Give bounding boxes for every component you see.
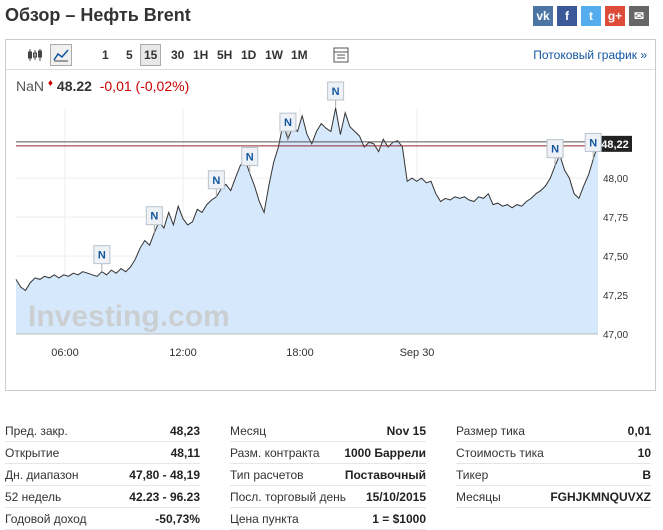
news-marker-label: N: [98, 250, 106, 262]
stats-row: Открытие 48,11: [5, 442, 200, 464]
stats-row: Размер тика 0,01: [456, 420, 651, 442]
news-marker-label: N: [150, 211, 158, 223]
x-tick-label: 12:00: [169, 347, 197, 359]
stats-row: Цена пункта 1 = $1000: [230, 508, 426, 530]
stats-column-2: Месяц Nov 15 Разм. контракта 1000 Баррели Ти…: [230, 420, 426, 530]
stats-row: Месяц Nov 15: [230, 420, 426, 442]
news-marker-label: N: [246, 151, 254, 163]
stats-column-1: Пред. закр. 48,23 Открытие 48,11 Дн. диапазо…: [5, 420, 200, 530]
stats-value: B: [642, 467, 651, 482]
y-tick-label: 47,25: [603, 291, 628, 302]
stats-row: Посл. торговый день 15/10/2015: [230, 486, 426, 508]
news-marker-label: N: [284, 117, 292, 129]
stats-value: 48,23: [169, 423, 200, 438]
last-price-label: 48,22: [601, 139, 629, 151]
stats-row: Годовой доход -50,73%: [5, 508, 200, 530]
y-tick-label: 47,50: [603, 252, 628, 263]
stats-value: 1000 Баррели: [344, 445, 426, 460]
facebook-icon[interactable]: f: [557, 6, 577, 26]
stats-value: -50,73%: [155, 511, 200, 526]
stats-value: 10: [637, 445, 651, 460]
news-marker-label: N: [332, 86, 340, 98]
email-icon[interactable]: ✉: [629, 6, 649, 26]
stats-row: 52 недель 42.23 - 96.23: [5, 486, 200, 508]
y-tick-label: 48,00: [603, 174, 628, 185]
chart-panel: 1 5 15 30 1H 5H 1D 1W 1M Потоковый график » NaN …: [5, 39, 656, 391]
stats-label: Годовой доход: [5, 511, 87, 526]
x-tick-label: Sep 30: [400, 347, 435, 359]
twitter-icon[interactable]: t: [581, 6, 601, 26]
y-tick-label: 47,00: [603, 330, 628, 341]
stats-label: Открытие: [5, 445, 60, 460]
stats-label: Цена пункта: [230, 511, 299, 526]
x-tick-label: 18:00: [286, 347, 314, 359]
stats-label: Месяцы: [456, 489, 501, 504]
stats-value: Поставочный: [344, 467, 426, 482]
stats-row: Дн. диапазон 47,80 - 48,19: [5, 464, 200, 486]
stats-label: Разм. контракта: [230, 445, 320, 460]
news-marker-label: N: [212, 175, 220, 187]
price-chart[interactable]: Investing.com 48,22 N N N N N N N N 06:00 12:00 18:0…: [6, 40, 655, 390]
stats-label: Пред. закр.: [5, 423, 68, 438]
page-title: Обзор – Нефть Brent: [5, 5, 191, 25]
stats-value: 47,80 - 48,19: [129, 467, 200, 482]
stats-row: Стоимость тика 10: [456, 442, 651, 464]
vk-icon[interactable]: vk: [533, 6, 553, 26]
stats-value: 0,01: [627, 423, 651, 438]
stats-label: Дн. диапазон: [5, 467, 79, 482]
stats-value: 1 = $1000: [372, 511, 426, 526]
watermark: Investing.com: [28, 300, 230, 333]
social-share-bar: vk f t g+ ✉: [533, 6, 649, 26]
stats-value: Nov 15: [386, 423, 426, 438]
stats-row: Пред. закр. 48,23: [5, 420, 200, 442]
stats-value: 15/10/2015: [365, 489, 426, 504]
stats-row: Месяцы FGHJKMNQUVXZ: [456, 486, 651, 508]
stats-value: 48,11: [170, 445, 200, 460]
stats-row: Тип расчетов Поставочный: [230, 464, 426, 486]
stats-label: Месяц: [230, 423, 267, 438]
stats-label: 52 недель: [5, 489, 62, 504]
stats-label: Размер тика: [456, 423, 525, 438]
stats-label: Посл. торговый день: [230, 489, 347, 504]
stats-label: Тип расчетов: [230, 467, 304, 482]
stats-row: Тикер B: [456, 464, 651, 486]
stats-label: Стоимость тика: [456, 445, 544, 460]
y-tick-label: 47,75: [603, 213, 628, 224]
news-marker-label: N: [551, 144, 559, 156]
news-marker-label: N: [589, 137, 597, 149]
stats-value: 42.23 - 96.23: [129, 489, 200, 504]
stats-label: Тикер: [456, 467, 489, 482]
google-plus-icon[interactable]: g+: [605, 6, 625, 26]
stats-row: Разм. контракта 1000 Баррели: [230, 442, 426, 464]
stats-column-3: Размер тика 0,01 Стоимость тика 10 Тикер B Мес…: [456, 420, 651, 508]
x-tick-label: 06:00: [51, 347, 79, 359]
stats-value: FGHJKMNQUVXZ: [550, 489, 651, 504]
